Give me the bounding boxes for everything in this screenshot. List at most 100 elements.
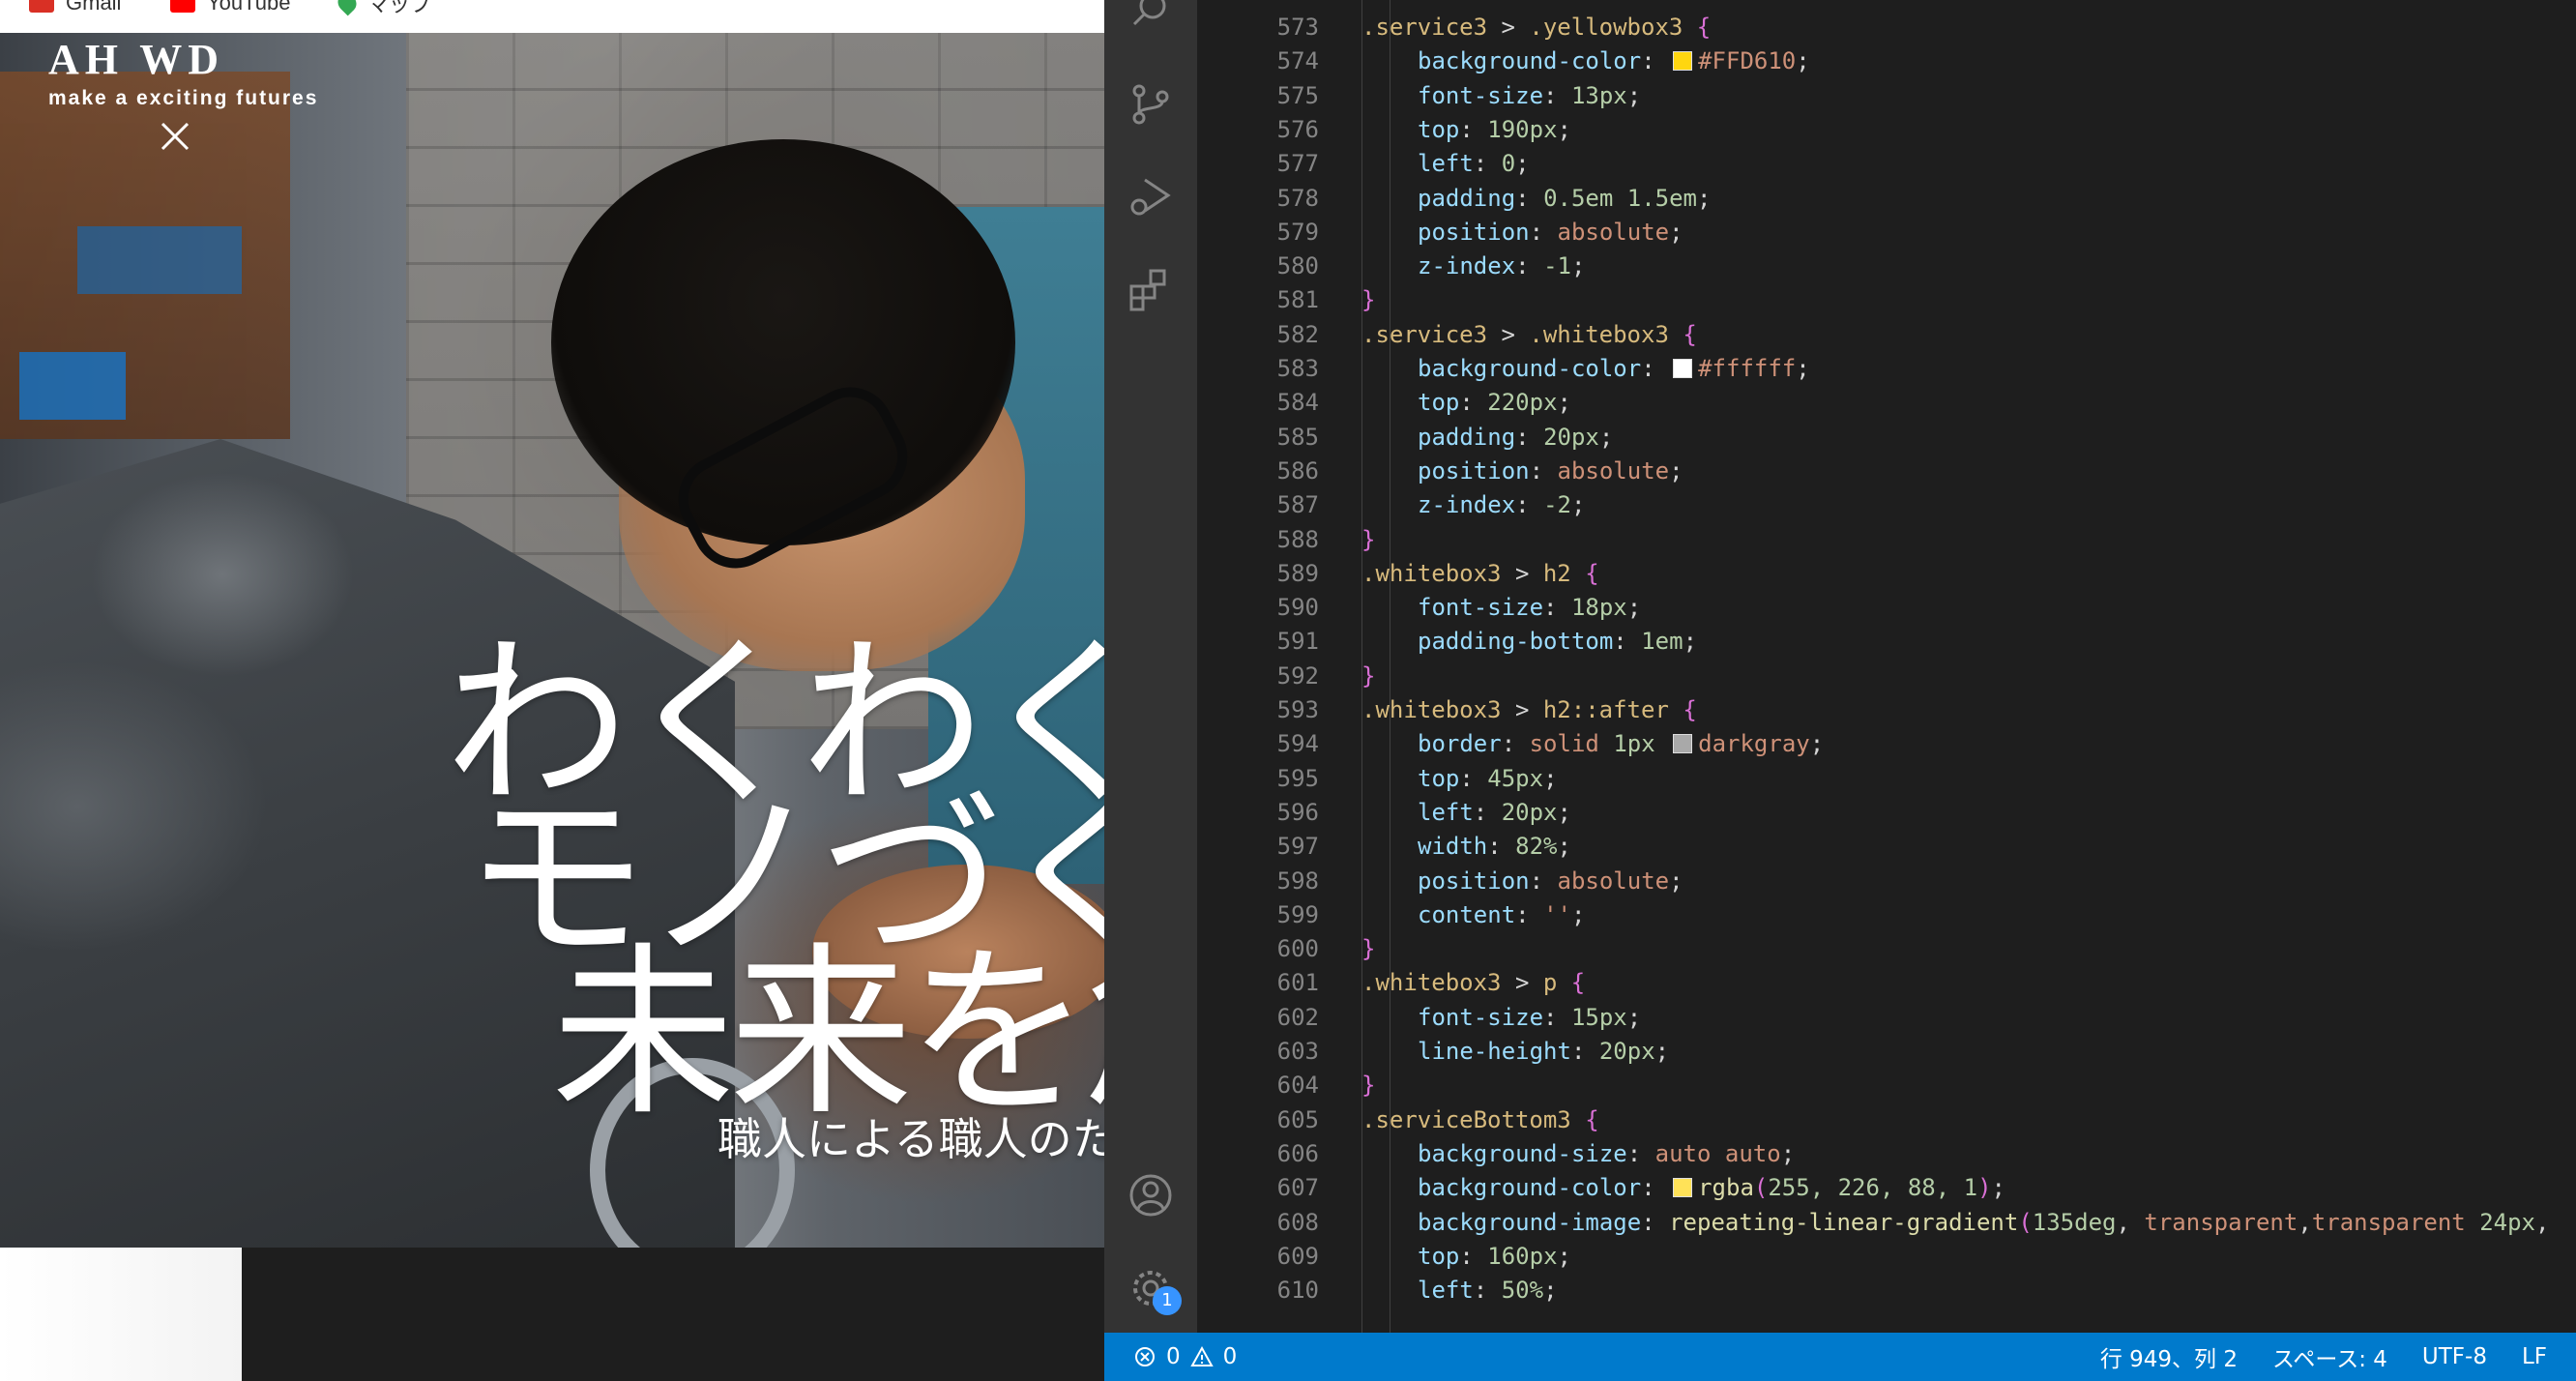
code-text: background-size: auto auto; [1418,1136,1795,1171]
search-icon[interactable] [1127,0,1174,35]
code-token: ; [1809,730,1825,758]
site-logo[interactable]: AH WD [48,39,224,81]
code-line: 594 border: solid 1px darkgray; [1197,726,2576,761]
color-swatch[interactable] [1673,359,1693,378]
code-text: left: 20px; [1418,795,1571,830]
code-token: : [1529,456,1558,485]
code-token: : [1459,389,1488,417]
line-number: 607 [1276,1174,1319,1202]
code-token: .whitebox3 [1361,696,1502,723]
line-number: 580 [1276,252,1319,280]
code-line: 586 position: absolute; [1197,454,2576,488]
close-menu-icon[interactable] [159,120,191,153]
code-editor[interactable]: 573 .service3 > .yellowbox3 {574 backgroun… [1197,0,2576,1333]
code-token: : [1529,218,1558,246]
bookmark-maps[interactable]: マップ [334,0,431,19]
code-token: > [1501,969,1543,997]
code-token: ; [1669,867,1683,895]
line-number: 598 [1276,867,1319,895]
line-number: 600 [1276,935,1319,963]
line-number: 609 [1276,1242,1319,1270]
code-token: ; [1780,1139,1796,1167]
cursor-position[interactable]: 行 949、列 2 [2100,1340,2238,1373]
source-control-icon[interactable] [1127,81,1174,128]
code-token: : [1641,47,1670,75]
warning-count: 0 [1222,1344,1238,1369]
code-token: 82% [1515,833,1558,861]
code-token: transparent [2311,1208,2466,1236]
code-token: : [1613,628,1642,656]
code-token: .serviceBottom3 [1361,1105,1571,1133]
code-token: ; [1683,628,1698,656]
code-text: .service3 > .yellowbox3 { [1361,10,1711,44]
code-line: 580 z-index: -1; [1197,249,2576,283]
line-number: 594 [1276,730,1319,758]
page-below-hero [0,1248,1104,1381]
code-text: } [1361,1068,1375,1102]
code-text: position: absolute; [1418,864,1683,898]
code-text: } [1361,931,1375,966]
code-token: > [1487,14,1530,41]
browser-pane: Gmail YouTube マップ AH WD make a exciting … [0,0,1104,1381]
code-token: background-size [1418,1139,1627,1167]
code-token: 1em [1641,628,1683,656]
code-token: .yellowbox3 [1529,14,1683,41]
code-text: .whitebox3 > h2 { [1361,556,1599,591]
color-swatch[interactable] [1673,1178,1693,1198]
bookmark-youtube[interactable]: YouTube [170,0,290,19]
code-token: 20px [1543,423,1599,451]
code-token: > [1501,696,1543,723]
line-number: 597 [1276,833,1319,861]
line-number: 602 [1276,1003,1319,1031]
code-line: 584 top: 220px; [1197,385,2576,420]
code-token: 135deg [2032,1208,2117,1236]
code-token: top [1418,115,1460,143]
code-token: position [1418,218,1530,246]
code-token: ; [1557,115,1571,143]
code-token: > [1487,320,1530,348]
code-token: font-size [1418,81,1544,109]
bookmark-label: Gmail [66,0,122,15]
code-token: z-index [1418,491,1516,519]
code-token: -2 [1543,491,1571,519]
color-swatch[interactable] [1673,51,1693,72]
code-line: 587 z-index: -2; [1197,487,2576,522]
code-token: ; [1796,47,1810,75]
code-token: ; [1557,1242,1571,1270]
end-of-line[interactable]: LF [2522,1344,2547,1369]
code-token: .service3 [1361,14,1488,41]
code-token: padding-bottom [1418,628,1614,656]
code-token: ; [1654,1038,1670,1065]
code-text: font-size: 18px; [1418,590,1641,625]
code-line: 590 font-size: 18px; [1197,590,2576,625]
encoding[interactable]: UTF-8 [2422,1344,2487,1369]
code-text: top: 45px; [1418,761,1558,796]
code-token: ; [1543,764,1558,792]
line-number: 577 [1276,150,1319,178]
code-token: position [1418,867,1530,895]
code-token: : [1515,184,1544,212]
line-number: 605 [1276,1105,1319,1133]
code-token: ) [1977,1174,1992,1202]
maps-pin-icon [334,0,361,16]
line-number: 575 [1276,81,1319,109]
code-line: 585 padding: 20px; [1197,420,2576,455]
code-token: padding [1418,184,1516,212]
youtube-icon [170,0,195,13]
problems-status[interactable]: 0 0 [1133,1333,1237,1381]
code-line: 582 .service3 > .whitebox3 { [1197,317,2576,352]
code-text: } [1361,659,1375,693]
code-text: .whitebox3 > h2::after { [1361,692,1697,727]
extensions-icon[interactable] [1127,267,1174,313]
color-swatch[interactable] [1673,734,1693,754]
indentation[interactable]: スペース: 4 [2272,1340,2387,1373]
code-text: z-index: -2; [1418,487,1585,522]
bookmark-gmail[interactable]: Gmail [29,0,121,19]
code-token: ; [1991,1174,2005,1202]
code-token: : [1570,1038,1599,1065]
code-token: ; [1598,423,1614,451]
account-icon[interactable] [1127,1172,1174,1219]
code-token: ; [1697,184,1712,212]
run-debug-icon[interactable] [1127,174,1174,220]
line-number: 576 [1276,115,1319,143]
